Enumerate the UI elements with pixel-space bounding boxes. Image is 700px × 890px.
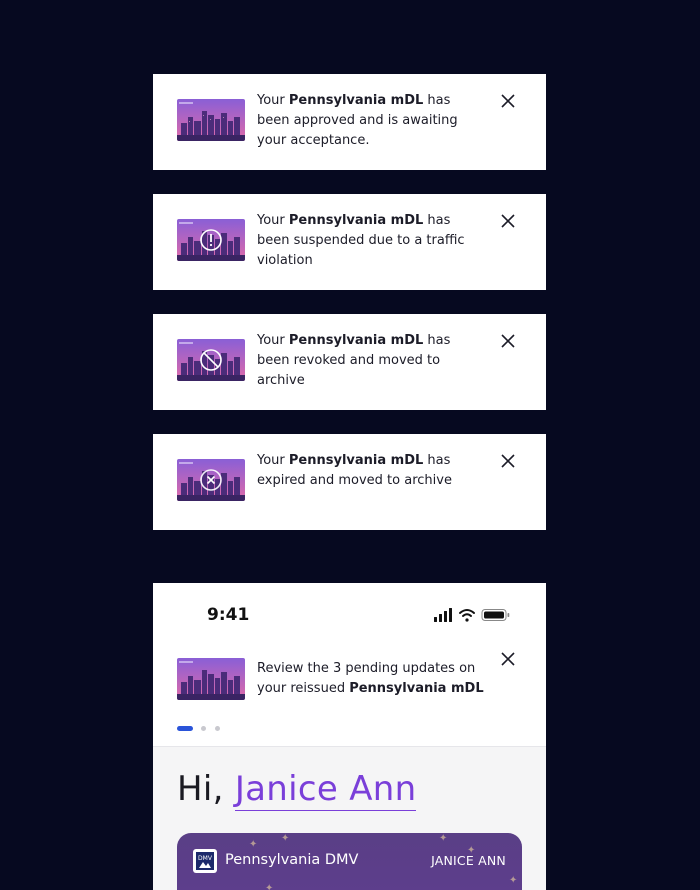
close-icon[interactable] (500, 93, 516, 109)
credential-thumbnail (177, 658, 245, 700)
notification-card-expired[interactable]: Your Pennsylvania mDL has expired and mo… (153, 434, 546, 530)
battery-icon (481, 609, 510, 621)
credential-thumbnail (177, 459, 245, 501)
update-banner[interactable]: Review the 3 pending updates on your rei… (153, 647, 546, 747)
status-time: 9:41 (207, 605, 250, 625)
status-icons (434, 607, 514, 623)
pager-dot[interactable] (215, 726, 220, 731)
close-icon[interactable] (500, 213, 516, 229)
phone-preview: 9:41 Review the 3 pending updates on you… (153, 583, 546, 890)
home-content: Hi, Janice Ann ✦ ✦ ✦ ✦ ✦ ✦ DMV Pennsylva… (153, 746, 546, 890)
notification-message: Your Pennsylvania mDL has been revoked a… (257, 333, 451, 388)
dmv-logo: DMV (193, 849, 217, 873)
greeting: Hi, Janice Ann (177, 769, 417, 811)
credential-issuer: Pennsylvania DMV (225, 852, 359, 868)
notification-message: Your Pennsylvania mDL has expired and mo… (257, 453, 452, 488)
pager-dot[interactable] (201, 726, 206, 731)
credential-holder: JANICE ANN (431, 853, 506, 868)
dmv-logo-text: DMV (198, 855, 213, 862)
wifi-icon (459, 609, 475, 617)
credential-card[interactable]: ✦ ✦ ✦ ✦ ✦ ✦ DMV Pennsylvania DMV JANICE … (177, 833, 522, 890)
close-icon[interactable] (500, 651, 516, 667)
city-skyline-image (177, 99, 245, 141)
user-name-link[interactable]: Janice Ann (234, 769, 417, 811)
pager-dot-active[interactable] (177, 726, 193, 731)
notification-card-suspended[interactable]: Your Pennsylvania mDL has been suspended… (153, 194, 546, 290)
notification-showcase: Your Pennsylvania mDL has been approved … (0, 0, 700, 890)
credential-name: Pennsylvania mDL (288, 453, 424, 468)
credential-thumbnail (177, 99, 245, 141)
credential-name: Pennsylvania mDL (288, 213, 424, 228)
notification-message: Your Pennsylvania mDL has been approved … (257, 93, 458, 148)
status-bar: 9:41 (153, 583, 546, 647)
credential-name: Pennsylvania mDL (288, 93, 424, 108)
credential-name: Pennsylvania mDL (349, 681, 484, 696)
banner-message: Review the 3 pending updates on your rei… (257, 661, 484, 696)
close-icon[interactable] (500, 333, 516, 349)
credential-name: Pennsylvania mDL (288, 333, 424, 348)
close-icon[interactable] (500, 453, 516, 469)
notification-card-revoked[interactable]: Your Pennsylvania mDL has been revoked a… (153, 314, 546, 410)
credential-thumbnail (177, 339, 245, 381)
notification-message: Your Pennsylvania mDL has been suspended… (257, 213, 465, 268)
notification-card-approved[interactable]: Your Pennsylvania mDL has been approved … (153, 74, 546, 170)
credential-thumbnail (177, 219, 245, 261)
cellular-signal-icon (434, 608, 452, 622)
